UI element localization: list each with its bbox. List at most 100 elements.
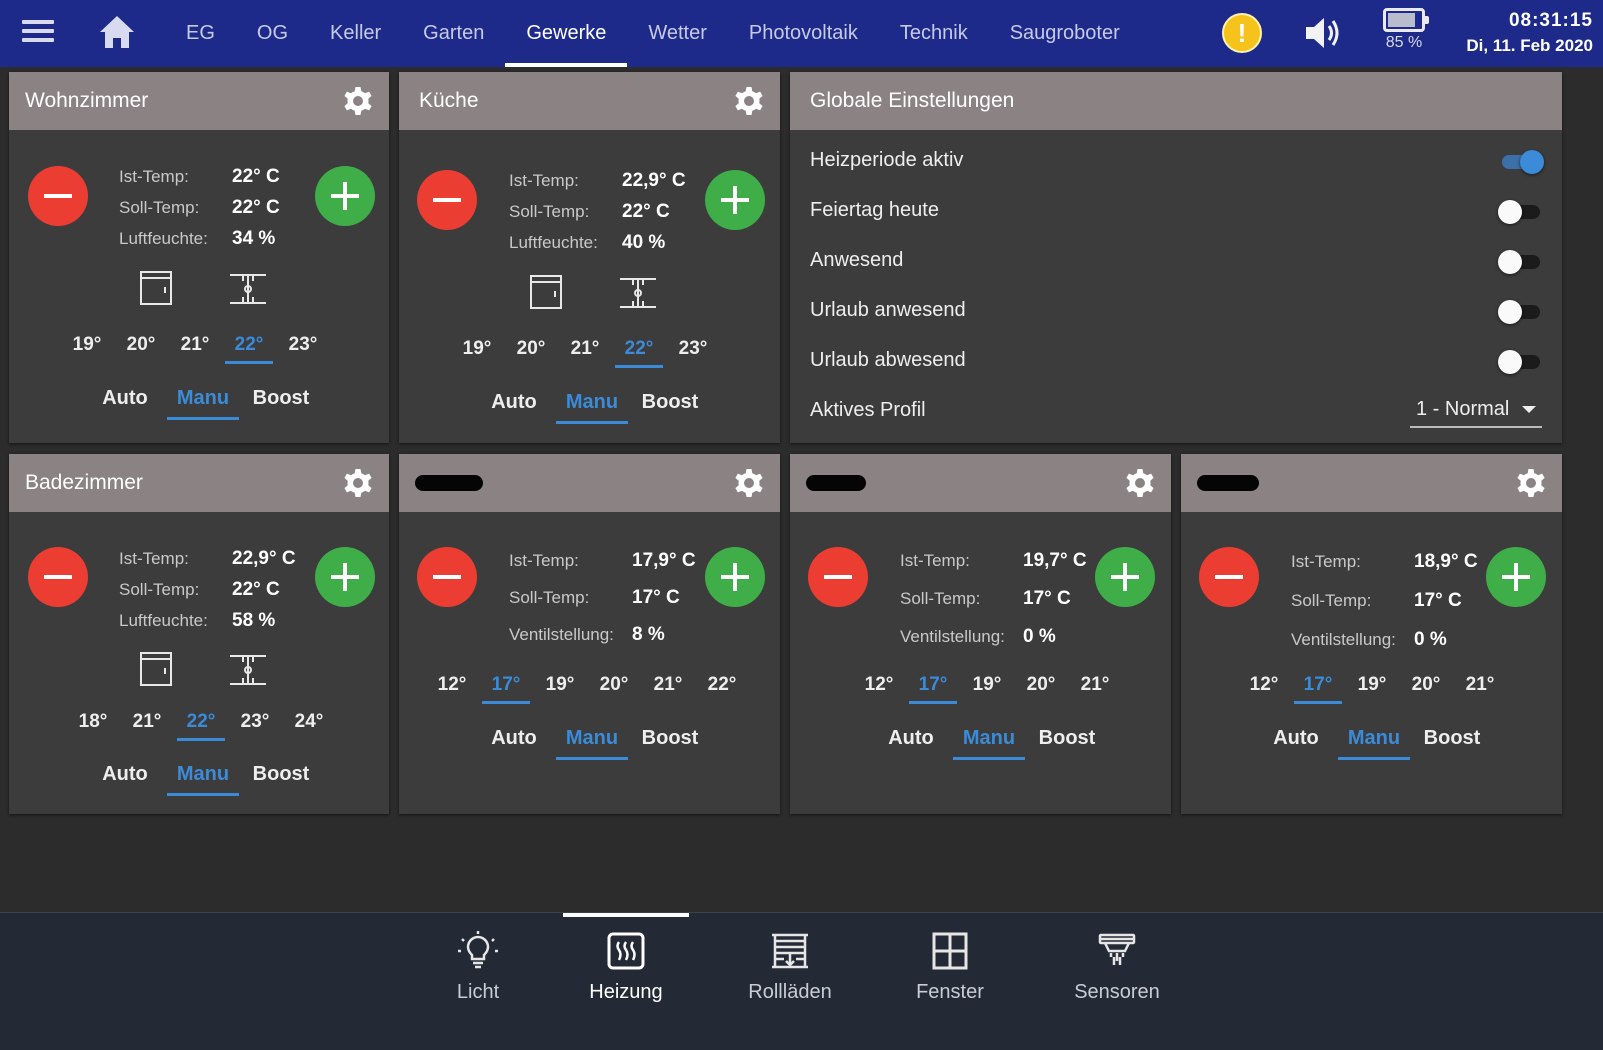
bottom-nav-rolllaeden[interactable]: Rollläden (727, 913, 853, 1050)
gear-icon[interactable] (733, 467, 765, 499)
mode-manu[interactable]: Manu (167, 756, 239, 796)
decrease-button[interactable] (808, 547, 868, 607)
warning-icon[interactable]: ! (1222, 13, 1262, 53)
mode-boost[interactable]: Boost (634, 384, 706, 424)
temp-preset[interactable]: 20° (504, 330, 558, 368)
mode-boost[interactable]: Boost (245, 380, 317, 420)
mode-manu[interactable]: Manu (556, 720, 628, 760)
temp-preset[interactable]: 23° (276, 326, 330, 364)
temp-preset[interactable]: 21° (1068, 666, 1122, 704)
tab-gewerke[interactable]: Gewerke (505, 0, 628, 67)
temp-preset[interactable]: 12° (425, 666, 479, 704)
menu-icon[interactable] (22, 20, 54, 46)
decrease-button[interactable] (417, 547, 477, 607)
gear-icon[interactable] (1124, 467, 1156, 499)
temp-preset-selected[interactable]: 17° (479, 666, 533, 704)
bottom-nav-fenster[interactable]: Fenster (887, 913, 1013, 1050)
increase-button[interactable] (705, 547, 765, 607)
profile-select[interactable]: 1 - Normal (1410, 392, 1542, 428)
setting-anwesend: Anwesend (810, 235, 1542, 285)
temp-preset[interactable]: 23° (666, 330, 720, 368)
decrease-button[interactable] (28, 547, 88, 607)
mode-auto[interactable]: Auto (478, 720, 550, 760)
toggle-feiertag[interactable] (1498, 200, 1542, 224)
tab-eg[interactable]: EG (165, 0, 236, 67)
temp-preset[interactable]: 23° (228, 703, 282, 741)
tab-og[interactable]: OG (236, 0, 309, 67)
tab-garten[interactable]: Garten (402, 0, 505, 67)
increase-button[interactable] (705, 170, 765, 230)
tab-keller[interactable]: Keller (309, 0, 402, 67)
temp-preset[interactable]: 20° (1399, 666, 1453, 704)
ist-temp-label: Ist-Temp: (900, 551, 970, 570)
decrease-button[interactable] (1199, 547, 1259, 607)
tab-photovoltaik[interactable]: Photovoltaik (728, 0, 879, 67)
temp-preset-selected[interactable]: 17° (1291, 666, 1345, 704)
mode-auto[interactable]: Auto (89, 380, 161, 420)
temp-preset[interactable]: 21° (168, 326, 222, 364)
temp-preset[interactable]: 19° (60, 326, 114, 364)
bottom-nav-licht[interactable]: Licht (415, 913, 541, 1050)
mode-manu[interactable]: Manu (953, 720, 1025, 760)
temp-preset[interactable]: 20° (1014, 666, 1068, 704)
temp-preset[interactable]: 12° (852, 666, 906, 704)
tab-technik[interactable]: Technik (879, 0, 989, 67)
tab-wetter[interactable]: Wetter (627, 0, 728, 67)
setting-urlaub-anwesend: Urlaub anwesend (810, 285, 1542, 335)
temp-preset[interactable]: 19° (1345, 666, 1399, 704)
toggle-anwesend[interactable] (1498, 250, 1542, 274)
mode-boost[interactable]: Boost (1416, 720, 1488, 760)
gear-icon[interactable] (1515, 467, 1547, 499)
gear-icon[interactable] (342, 467, 374, 499)
temp-preset[interactable]: 19° (450, 330, 504, 368)
mode-manu[interactable]: Manu (167, 380, 239, 420)
temp-preset[interactable]: 12° (1237, 666, 1291, 704)
temp-preset[interactable]: 18° (66, 703, 120, 741)
temp-preset[interactable]: 19° (533, 666, 587, 704)
gear-icon[interactable] (733, 85, 765, 117)
temp-preset-selected[interactable]: 17° (906, 666, 960, 704)
settings-title: Globale Einstellungen (810, 89, 1015, 112)
mode-auto[interactable]: Auto (875, 720, 947, 760)
tab-saugroboter[interactable]: Saugroboter (989, 0, 1141, 67)
increase-button[interactable] (1486, 547, 1546, 607)
temp-preset[interactable]: 24° (282, 703, 336, 741)
temp-preset-selected[interactable]: 22° (222, 326, 276, 364)
mode-manu[interactable]: Manu (556, 384, 628, 424)
gear-icon[interactable] (342, 85, 374, 117)
increase-button[interactable] (315, 547, 375, 607)
mode-auto[interactable]: Auto (478, 384, 550, 424)
toggle-urlaub-abwesend[interactable] (1498, 350, 1542, 374)
room-info: Ist-Temp: 22° C Soll-Temp: 22° C Luftfeuch… (119, 161, 280, 254)
decrease-button[interactable] (28, 166, 88, 226)
increase-button[interactable] (315, 166, 375, 226)
top-bar: EG OG Keller Garten Gewerke Wetter Photo… (0, 0, 1603, 67)
temp-preset[interactable]: 20° (587, 666, 641, 704)
temp-preset-selected[interactable]: 22° (174, 703, 228, 741)
temp-preset[interactable]: 21° (558, 330, 612, 368)
temp-preset[interactable]: 22° (695, 666, 749, 704)
setting-label: Anwesend (810, 248, 904, 271)
mode-boost[interactable]: Boost (1031, 720, 1103, 760)
toggle-heizperiode[interactable] (1498, 150, 1544, 174)
temp-preset[interactable]: 20° (114, 326, 168, 364)
temp-preset[interactable]: 21° (641, 666, 695, 704)
window-icon (932, 932, 968, 970)
temp-preset[interactable]: 21° (1453, 666, 1507, 704)
volume-icon[interactable] (1303, 14, 1343, 52)
mode-boost[interactable]: Boost (634, 720, 706, 760)
toggle-urlaub-anwesend[interactable] (1498, 300, 1542, 324)
bottom-nav-heizung[interactable]: Heizung (563, 913, 689, 1050)
home-icon[interactable] (98, 14, 136, 50)
temp-presets: 12° 17° 19° 20° 21° (852, 666, 1122, 704)
temp-preset[interactable]: 19° (960, 666, 1014, 704)
mode-auto[interactable]: Auto (1260, 720, 1332, 760)
increase-button[interactable] (1095, 547, 1155, 607)
temp-preset-selected[interactable]: 22° (612, 330, 666, 368)
mode-boost[interactable]: Boost (245, 756, 317, 796)
mode-manu[interactable]: Manu (1338, 720, 1410, 760)
mode-auto[interactable]: Auto (89, 756, 161, 796)
decrease-button[interactable] (417, 170, 477, 230)
temp-preset[interactable]: 21° (120, 703, 174, 741)
bottom-nav-sensoren[interactable]: Sensoren (1054, 913, 1180, 1050)
